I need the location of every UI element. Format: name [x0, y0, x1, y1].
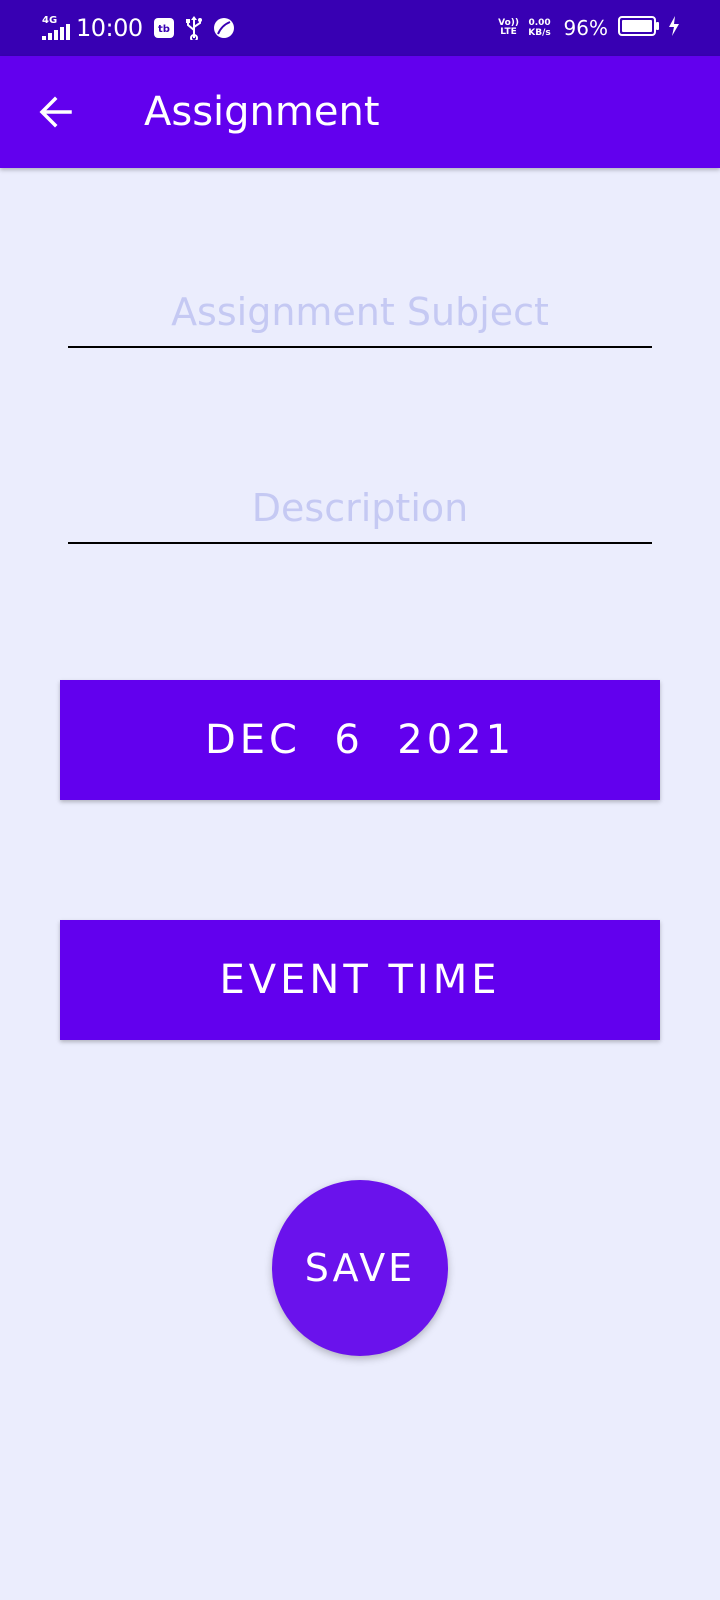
back-button[interactable]	[28, 84, 84, 140]
speed-value: 0.00	[528, 18, 551, 28]
description-input[interactable]	[68, 474, 652, 544]
battery-percent: 96%	[563, 16, 608, 40]
event-time-button[interactable]: EVENT TIME	[60, 920, 660, 1040]
page-title: Assignment	[144, 89, 380, 135]
signal-icon	[42, 24, 70, 40]
usb-icon	[185, 16, 203, 40]
status-bar: 4G 10:00 tb Vo)) LTE 0.00 KB/s 96%	[0, 0, 720, 56]
status-bar-left: 4G 10:00 tb	[40, 0, 235, 56]
charging-icon	[668, 15, 680, 41]
status-time: 10:00	[76, 14, 143, 42]
save-button[interactable]: SAVE	[272, 1180, 448, 1356]
battery-icon	[618, 15, 660, 41]
status-bar-right: Vo)) LTE 0.00 KB/s 96%	[498, 0, 680, 56]
sim-app-icon: tb	[153, 17, 175, 39]
leaf-icon	[213, 17, 235, 39]
network-speed: 0.00 KB/s	[526, 18, 554, 38]
app-bar: Assignment	[0, 56, 720, 168]
svg-text:tb: tb	[158, 24, 170, 35]
arrow-back-icon	[39, 96, 72, 128]
volte-bottom-label: LTE	[500, 27, 517, 37]
speed-unit: KB/s	[528, 28, 551, 38]
assignment-subject-input[interactable]	[68, 278, 652, 348]
volte-indicator: Vo)) LTE	[498, 19, 520, 37]
signal-indicator: 4G	[40, 14, 72, 42]
date-picker-button[interactable]: DEC 6 2021	[60, 680, 660, 800]
